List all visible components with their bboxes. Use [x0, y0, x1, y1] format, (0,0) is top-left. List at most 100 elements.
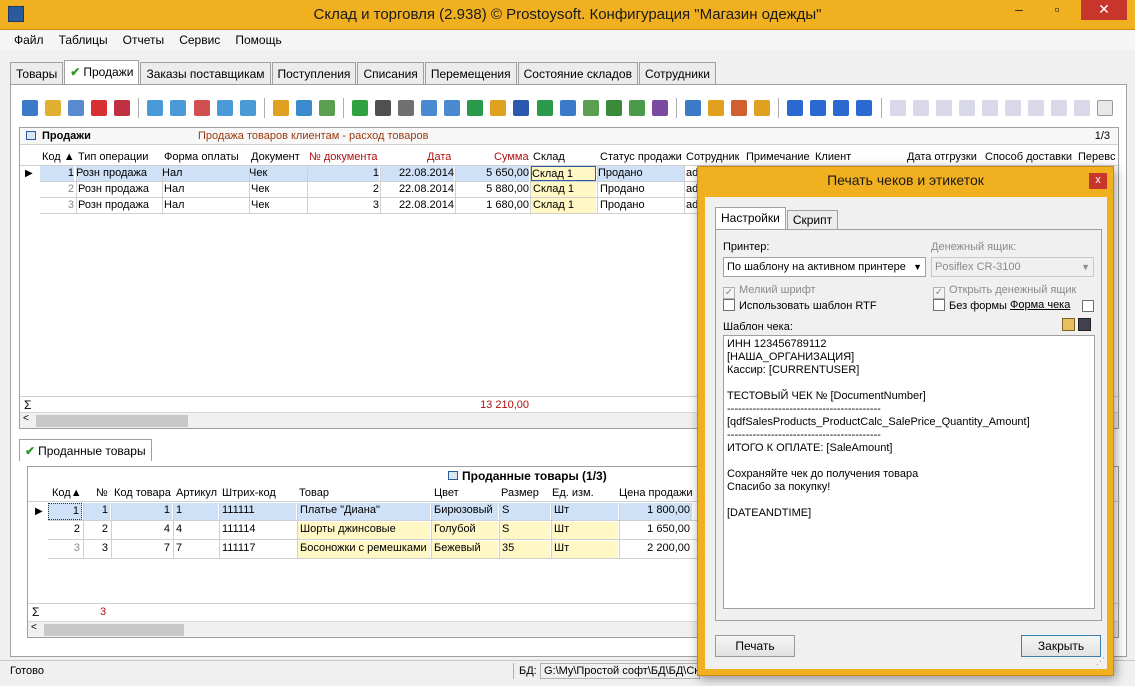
- invoice-icon[interactable]: [889, 100, 906, 116]
- printer-select[interactable]: По шаблону на активном принтере ▼: [723, 257, 926, 277]
- act-icon[interactable]: [981, 100, 998, 116]
- resize-grip-icon[interactable]: ⋰: [1096, 656, 1105, 667]
- next-record-icon[interactable]: [833, 100, 850, 116]
- doc-settings-icon[interactable]: [754, 100, 771, 116]
- col-warehouse[interactable]: Склад: [533, 149, 565, 165]
- col-ship-date[interactable]: Дата отгрузки: [907, 149, 977, 165]
- col-color[interactable]: Цвет: [434, 485, 459, 501]
- template-textarea[interactable]: ИНН 123456789112 [НАША_ОРГАНИЗАЦИЯ] Касс…: [723, 335, 1095, 609]
- export-report-icon[interactable]: [490, 100, 507, 116]
- col-code[interactable]: Код▲: [52, 485, 82, 501]
- tab-transfers[interactable]: Перемещения: [424, 62, 517, 84]
- scroll-left-icon[interactable]: <: [31, 622, 37, 633]
- tab-writeoffs[interactable]: Списания: [357, 62, 424, 84]
- cell-warehouse[interactable]: Склад 1: [531, 166, 596, 181]
- ttn-icon[interactable]: [1027, 100, 1044, 116]
- open-folder-icon[interactable]: [1062, 318, 1075, 331]
- t12-icon[interactable]: [958, 100, 975, 116]
- menu-service[interactable]: Сервис: [173, 30, 226, 50]
- col-product[interactable]: Товар: [299, 485, 329, 501]
- preview-icon[interactable]: [421, 100, 438, 116]
- new-record-icon[interactable]: [22, 100, 38, 116]
- print-icon[interactable]: [398, 100, 415, 116]
- small-font-option[interactable]: ✓ Мелкий шрифт: [723, 284, 816, 299]
- xls-icon[interactable]: [605, 100, 622, 116]
- scroll-left-icon[interactable]: <: [23, 413, 29, 424]
- col-transfer[interactable]: Перевс: [1078, 149, 1115, 165]
- use-rtf-option[interactable]: Использовать шаблон RTF: [723, 299, 877, 312]
- export-excel-icon[interactable]: [467, 100, 484, 116]
- maximize-icon[interactable]: ▫: [1043, 0, 1071, 20]
- col-sale-price[interactable]: Цена продажи: [619, 485, 693, 501]
- col-operation[interactable]: Тип операции: [78, 149, 148, 165]
- find-icon[interactable]: [295, 100, 312, 116]
- no-form-checkbox[interactable]: [933, 299, 945, 311]
- doc-add-icon[interactable]: [684, 100, 701, 116]
- col-size[interactable]: Размер: [501, 485, 539, 501]
- no-form-option[interactable]: Без формы: [933, 299, 1007, 312]
- bill-icon[interactable]: [912, 100, 929, 116]
- import-icon[interactable]: [559, 100, 576, 116]
- delete-all-icon[interactable]: [114, 100, 131, 116]
- first-record-icon[interactable]: [787, 100, 804, 116]
- tab-stock-state[interactable]: Состояние складов: [517, 62, 638, 84]
- col-barcode[interactable]: Штрих-код: [222, 485, 276, 501]
- col-document[interactable]: Документ: [251, 149, 300, 165]
- menu-reports[interactable]: Отчеты: [117, 30, 170, 50]
- form-checkbox[interactable]: [1082, 300, 1094, 312]
- col-unit[interactable]: Ед. изм.: [552, 485, 594, 501]
- use-rtf-checkbox[interactable]: [723, 299, 735, 311]
- edit-icon[interactable]: [45, 100, 62, 116]
- col-status[interactable]: Статус продажи: [600, 149, 682, 165]
- col-doc-number[interactable]: № документа: [309, 149, 378, 165]
- copy-icon[interactable]: [68, 100, 85, 116]
- table-icon[interactable]: [628, 100, 645, 116]
- refresh-icon[interactable]: [352, 100, 368, 116]
- col-number[interactable]: №: [96, 485, 108, 501]
- filter-off-icon[interactable]: [170, 100, 187, 116]
- col-payment[interactable]: Форма оплаты: [164, 149, 239, 165]
- open-cashbox-option[interactable]: ✓ Открыть денежный ящик: [933, 284, 1076, 299]
- filter-clear-icon[interactable]: [193, 100, 210, 116]
- tab-settings[interactable]: Настройки: [715, 207, 786, 229]
- chart-icon[interactable]: [651, 100, 668, 116]
- doc-edit-icon[interactable]: [708, 100, 724, 116]
- tab-receipts[interactable]: Поступления: [271, 62, 357, 84]
- export-icon[interactable]: [444, 100, 461, 116]
- export-word-icon[interactable]: [513, 100, 530, 116]
- dialog-close-icon[interactable]: x: [1089, 173, 1107, 189]
- menu-file[interactable]: Файл: [8, 30, 50, 50]
- last-record-icon[interactable]: [856, 100, 873, 116]
- receipt-icon[interactable]: [1051, 100, 1067, 116]
- doc-list-icon[interactable]: [731, 100, 748, 116]
- receipt2-icon[interactable]: [1074, 100, 1091, 116]
- scroll-thumb[interactable]: [36, 415, 188, 427]
- contract-icon[interactable]: [1004, 100, 1021, 116]
- close-icon[interactable]: ✕: [1081, 0, 1127, 20]
- minimize-icon[interactable]: –: [1005, 0, 1033, 20]
- close-button[interactable]: Закрыть: [1021, 635, 1101, 657]
- col-code[interactable]: Код ▲: [42, 149, 75, 165]
- col-article[interactable]: Артикул: [176, 485, 217, 501]
- excel-icon[interactable]: [536, 100, 553, 116]
- col-delivery[interactable]: Способ доставки: [985, 149, 1072, 165]
- col-product-code[interactable]: Код товара: [114, 485, 171, 501]
- 1c-icon[interactable]: [1097, 100, 1114, 116]
- col-employee[interactable]: Сотрудник: [686, 149, 739, 165]
- tab-sales[interactable]: ✔ Продажи: [64, 60, 140, 84]
- menu-help[interactable]: Помощь: [229, 30, 287, 50]
- binoculars-icon[interactable]: [375, 100, 392, 116]
- menu-tables[interactable]: Таблицы: [53, 30, 114, 50]
- tab-products[interactable]: Товары: [10, 62, 64, 84]
- sort-icon[interactable]: [272, 100, 289, 116]
- col-note[interactable]: Примечание: [746, 149, 810, 165]
- col-amount[interactable]: Сумма: [494, 149, 529, 165]
- scroll-thumb[interactable]: [44, 624, 184, 636]
- csv-icon[interactable]: [582, 100, 599, 116]
- col-client[interactable]: Клиент: [815, 149, 851, 165]
- filter-selection-icon[interactable]: [216, 100, 233, 116]
- sql-icon[interactable]: [318, 100, 335, 116]
- form-link[interactable]: Форма чека: [1010, 299, 1070, 311]
- tab-script[interactable]: Скрипт: [786, 210, 839, 229]
- delete-icon[interactable]: [91, 100, 108, 116]
